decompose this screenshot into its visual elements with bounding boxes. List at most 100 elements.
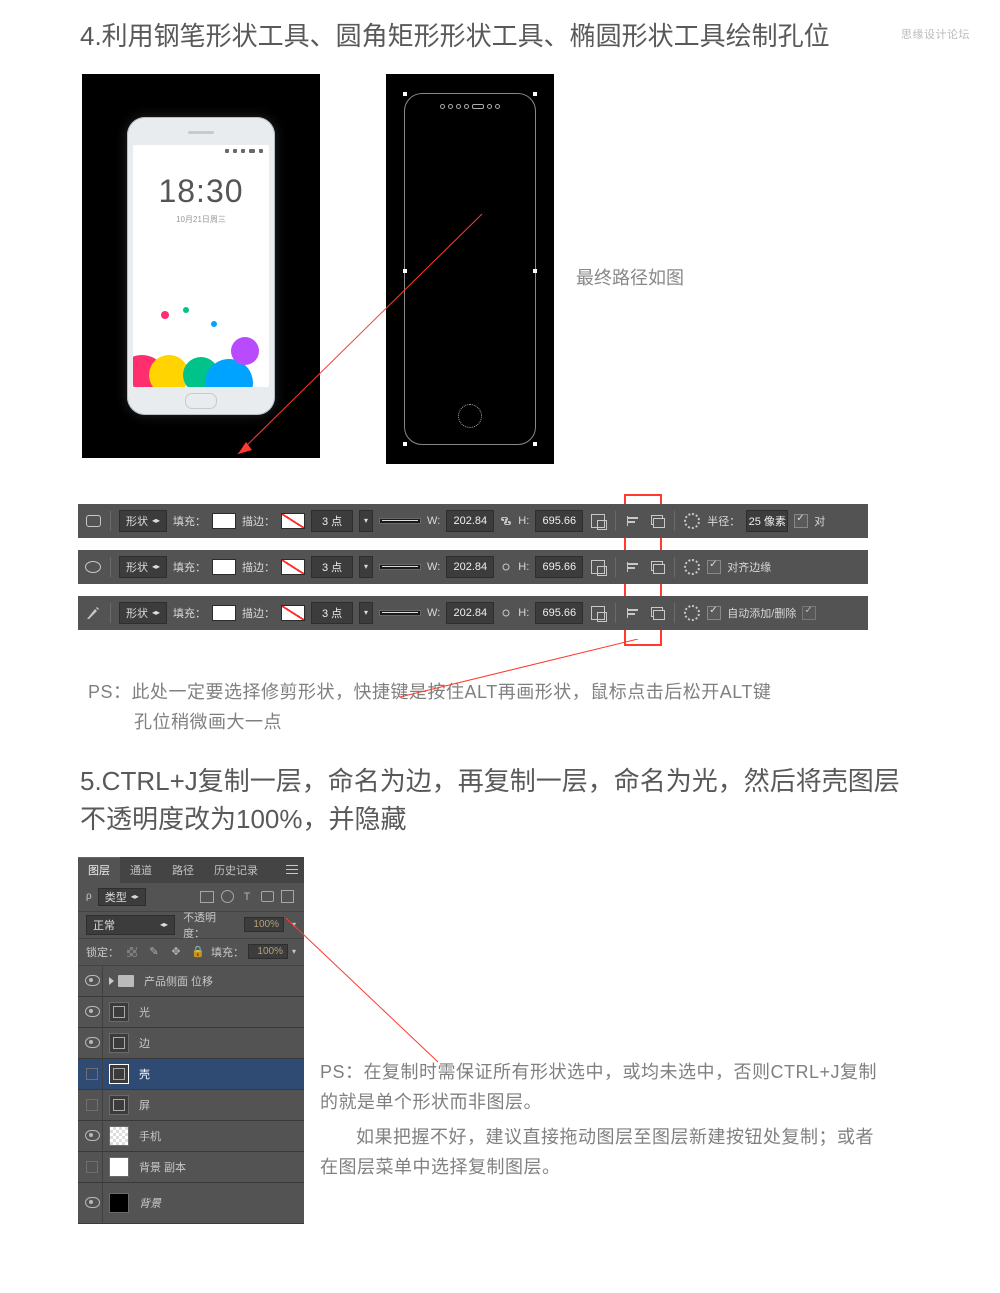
- stroke-width-input[interactable]: 3 点: [311, 602, 353, 624]
- layer-row-group[interactable]: 产品侧面 位移: [78, 966, 304, 997]
- stroke-style-preview[interactable]: [379, 610, 421, 616]
- panel-menu-icon[interactable]: [284, 862, 300, 876]
- lock-all-icon[interactable]: 🔒: [189, 943, 207, 961]
- width-input[interactable]: 202.84: [446, 510, 494, 532]
- shape-thumb-icon: [109, 1002, 129, 1022]
- tab-layers[interactable]: 图层: [78, 857, 120, 883]
- align-icon[interactable]: [624, 512, 642, 530]
- stroke-swatch[interactable]: [281, 513, 305, 529]
- fill-opacity-label: 填充：: [211, 944, 244, 960]
- lock-label: 锁定：: [86, 944, 119, 960]
- stroke-label: 描边：: [242, 513, 275, 529]
- layer-row-phone[interactable]: 手机: [78, 1121, 304, 1152]
- filter-image-icon[interactable]: [198, 888, 216, 906]
- stroke-swatch[interactable]: [281, 605, 305, 621]
- fill-label: 填充：: [173, 513, 206, 529]
- pen-tool-icon: [84, 604, 102, 622]
- visibility-toggle[interactable]: [82, 997, 103, 1027]
- stroke-width-input[interactable]: 3 点: [311, 510, 353, 532]
- path-ops-icon[interactable]: [589, 512, 607, 530]
- filter-adjust-icon[interactable]: [218, 888, 236, 906]
- path-ops-icon[interactable]: [589, 558, 607, 576]
- stroke-arrow[interactable]: ▾: [359, 510, 373, 532]
- toolbar-row-pen: 形状◂▸ 填充： 描边： 3 点 ▾ W: 202.84 H: 695.66 自…: [78, 596, 868, 630]
- fill-swatch[interactable]: [212, 513, 236, 529]
- visibility-toggle[interactable]: [82, 1152, 103, 1182]
- path-ops-icon[interactable]: [589, 604, 607, 622]
- arrange-icon[interactable]: [648, 604, 666, 622]
- shape-mode-dropdown[interactable]: 形状◂▸: [119, 556, 167, 578]
- align-edges-checkbox[interactable]: [707, 560, 721, 574]
- layer-row-screen[interactable]: 屏: [78, 1090, 304, 1121]
- trailing-checkbox[interactable]: [802, 606, 816, 620]
- opacity-input[interactable]: 100%: [244, 917, 284, 932]
- link-wh-icon[interactable]: [500, 561, 512, 573]
- visibility-toggle[interactable]: [82, 966, 103, 996]
- height-input[interactable]: 695.66: [535, 510, 583, 532]
- gear-icon[interactable]: [683, 558, 701, 576]
- image-thumb-icon: [109, 1157, 129, 1177]
- align-icon[interactable]: [624, 604, 642, 622]
- opacity-label: 不透明度：: [183, 909, 236, 941]
- phone-time: 18:30: [133, 173, 269, 210]
- step5-heading: 5.CTRL+J复制一层，命名为边，再复制一层，命名为光，然后将壳图层不透明度改…: [80, 763, 900, 838]
- layer-row-background[interactable]: 背景: [78, 1183, 304, 1224]
- tab-paths[interactable]: 路径: [162, 857, 204, 883]
- radius-input[interactable]: 25 像素: [746, 510, 788, 532]
- toolbar-row-ellipse: 形状◂▸ 填充： 描边： 3 点 ▾ W: 202.84 H: 695.66 对…: [78, 550, 868, 584]
- align-edges-partial-label: 对: [814, 513, 825, 529]
- watermark-text: 思缘设计论坛: [901, 26, 970, 42]
- layer-row-bgcopy[interactable]: 背景 副本: [78, 1152, 304, 1183]
- autoadd-checkbox[interactable]: [707, 606, 721, 620]
- fill-swatch[interactable]: [212, 559, 236, 575]
- stroke-style-preview[interactable]: [379, 564, 421, 570]
- phone-date: 10月21日周三: [133, 214, 269, 225]
- ps-note-step5: PS：在复制时需保证所有形状选中，或均未选中，否则CTRL+J复制的就是单个形状…: [320, 1057, 880, 1183]
- visibility-toggle[interactable]: [82, 1183, 103, 1223]
- width-input[interactable]: 202.84: [446, 556, 494, 578]
- layer-row-shell[interactable]: 壳: [78, 1059, 304, 1090]
- gear-icon[interactable]: [683, 512, 701, 530]
- link-wh-icon[interactable]: [500, 515, 512, 527]
- layer-row-light[interactable]: 光: [78, 997, 304, 1028]
- lock-move-icon[interactable]: ✥: [167, 943, 185, 961]
- roundrect-tool-icon: [84, 512, 102, 530]
- arrange-icon[interactable]: [648, 558, 666, 576]
- shape-mode-dropdown[interactable]: 形状◂▸: [119, 510, 167, 532]
- toolbar-row-roundrect: 形状◂▸ 填充： 描边： 3 点 ▾ W: 202.84 H: 695.66 半…: [78, 504, 868, 538]
- height-input[interactable]: 695.66: [535, 602, 583, 624]
- link-wh-icon[interactable]: [500, 607, 512, 619]
- filter-shape-icon[interactable]: [258, 888, 276, 906]
- filter-type-icon[interactable]: T: [238, 888, 256, 906]
- filter-smart-icon[interactable]: [278, 888, 296, 906]
- visibility-toggle[interactable]: [82, 1121, 103, 1151]
- stroke-swatch[interactable]: [281, 559, 305, 575]
- path-result-label: 最终路径如图: [576, 264, 684, 290]
- lock-trans-icon[interactable]: [123, 943, 141, 961]
- shape-thumb-icon: [109, 1095, 129, 1115]
- shape-mode-dropdown[interactable]: 形状◂▸: [119, 602, 167, 624]
- arrange-icon[interactable]: [648, 512, 666, 530]
- blend-mode-dropdown[interactable]: 正常◂▸: [86, 915, 175, 935]
- width-input[interactable]: 202.84: [446, 602, 494, 624]
- w-label: W:: [427, 515, 440, 527]
- filter-type-dropdown[interactable]: 类型◂▸: [98, 888, 146, 906]
- lock-paint-icon[interactable]: ✎: [145, 943, 163, 961]
- visibility-toggle[interactable]: [82, 1090, 103, 1120]
- fill-opacity-input[interactable]: 100%: [248, 944, 288, 959]
- tab-history[interactable]: 历史记录: [204, 857, 268, 883]
- stroke-width-input[interactable]: 3 点: [311, 556, 353, 578]
- visibility-toggle[interactable]: [82, 1028, 103, 1058]
- visibility-toggle[interactable]: [82, 1059, 103, 1089]
- layer-row-edge[interactable]: 边: [78, 1028, 304, 1059]
- stroke-style-preview[interactable]: [379, 518, 421, 524]
- gear-icon[interactable]: [683, 604, 701, 622]
- layers-panel: 图层 通道 路径 历史记录 ρ 类型◂▸ T 正常◂▸ 不透明度：: [78, 857, 304, 1224]
- shape-thumb-icon: [109, 1033, 129, 1053]
- align-edges-checkbox[interactable]: [794, 514, 808, 528]
- tab-channels[interactable]: 通道: [120, 857, 162, 883]
- radius-label: 半径：: [707, 513, 740, 529]
- fill-swatch[interactable]: [212, 605, 236, 621]
- align-icon[interactable]: [624, 558, 642, 576]
- height-input[interactable]: 695.66: [535, 556, 583, 578]
